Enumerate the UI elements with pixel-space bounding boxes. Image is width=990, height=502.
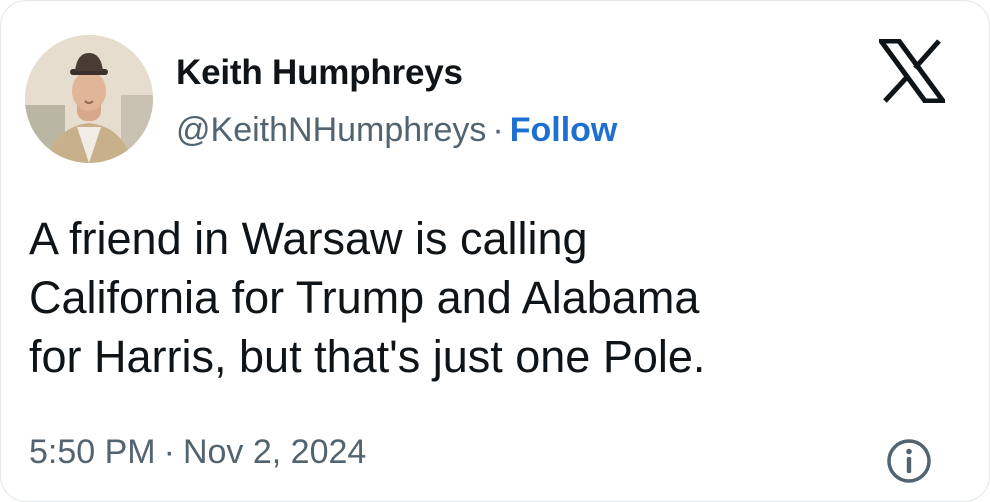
avatar[interactable] [25, 35, 153, 163]
follow-button[interactable]: Follow [510, 111, 618, 149]
author-name[interactable]: Keith Humphreys [176, 53, 463, 93]
tweet-timestamp[interactable]: 5:50 PM · Nov 2, 2024 [29, 433, 366, 472]
author-handle[interactable]: @KeithNHumphreys [176, 111, 486, 149]
tweet-text-line: A friend in Warsaw is calling [29, 213, 588, 264]
author-handle-row: @KeithNHumphreys · Follow [176, 111, 617, 150]
tweet-time: 5:50 PM [29, 433, 156, 471]
x-logo-icon[interactable] [879, 39, 945, 103]
tweet-card: Keith Humphreys @KeithNHumphreys · Follow … [0, 0, 990, 502]
timestamp-separator: · [163, 433, 175, 471]
tweet-text: A friend in Warsaw is calling California… [29, 209, 949, 386]
tweet-text-line: California for Trump and Alabama [29, 272, 700, 323]
tweet-text-line: for Harris, but that's just one Pole. [29, 331, 706, 382]
handle-separator: · [492, 111, 504, 149]
tweet-date: Nov 2, 2024 [182, 433, 367, 471]
avatar-photo [25, 35, 153, 163]
info-icon[interactable] [885, 437, 933, 485]
